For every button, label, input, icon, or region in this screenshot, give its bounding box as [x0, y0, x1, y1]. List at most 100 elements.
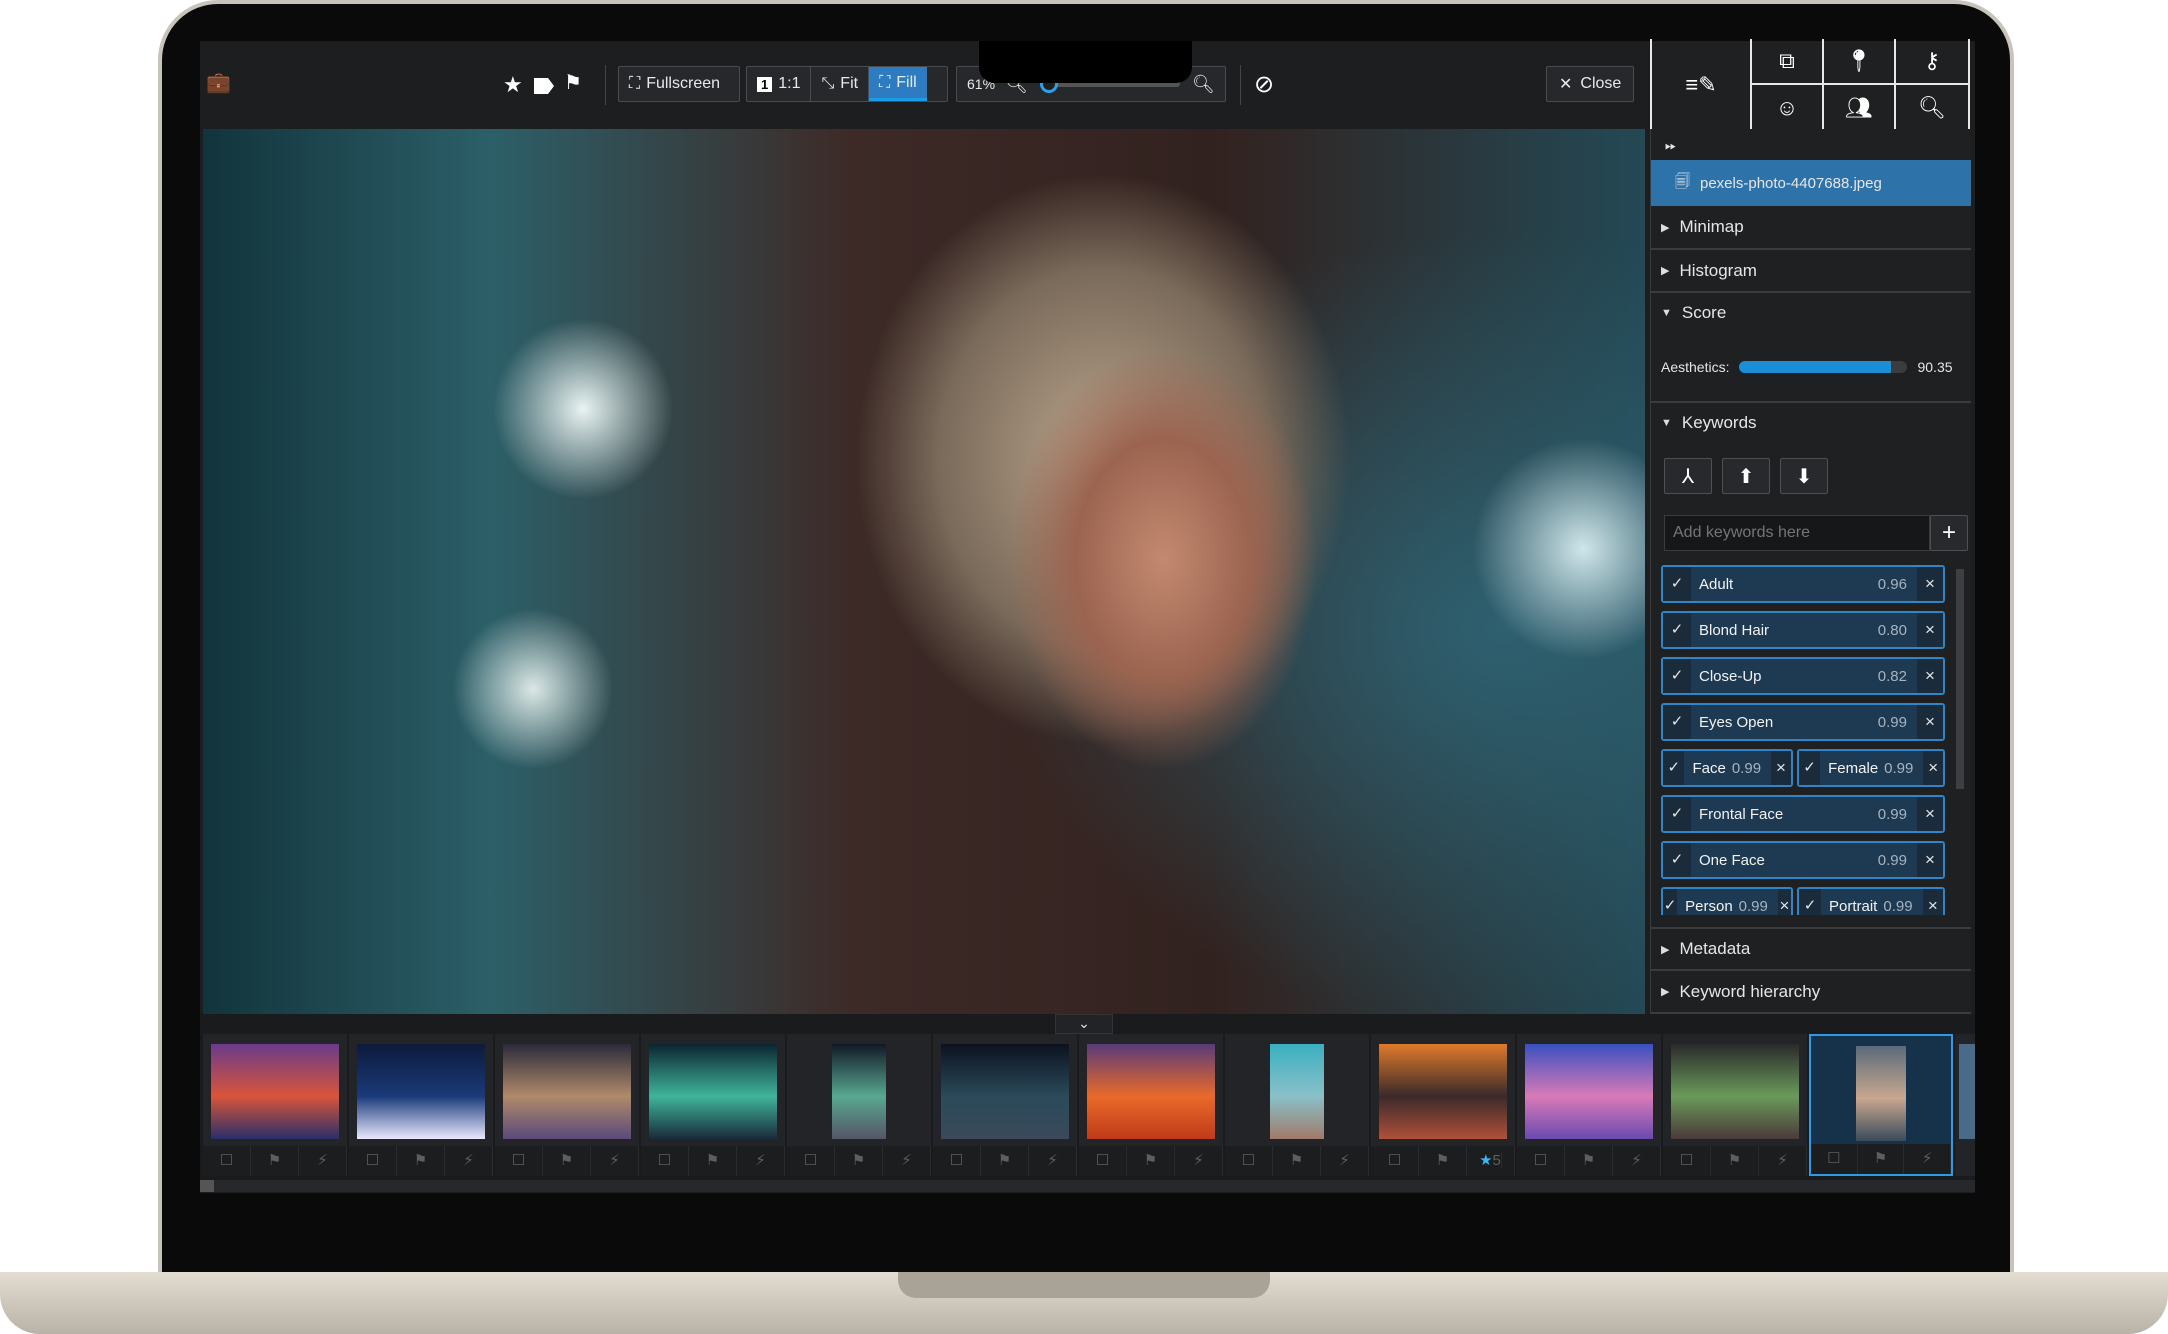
filmstrip-thumbnail[interactable]: ☐ ⚑ ⚡︎ — [787, 1034, 931, 1176]
keyword-chip[interactable]: ✓ Adult 0.96 × — [1661, 565, 1945, 603]
close-button[interactable]: ✕ Close — [1546, 66, 1634, 102]
section-keywords[interactable]: ▼ Keywords — [1651, 403, 1971, 443]
keyword-chip[interactable]: ✓ Person 0.99 × — [1661, 887, 1793, 915]
filmstrip-thumbnail[interactable]: ☐ ⚑ ⚡︎ — [1079, 1034, 1223, 1176]
face-icon[interactable]: ☺ — [1750, 83, 1824, 131]
select-checkbox-icon[interactable]: ☐ — [349, 1146, 397, 1176]
people-icon[interactable]: 👥︎ — [1822, 83, 1896, 131]
remove-keyword-icon[interactable]: × — [1917, 567, 1943, 601]
reject-icon[interactable]: ⚡︎ — [1029, 1146, 1077, 1176]
reject-icon[interactable]: ⚡︎ — [445, 1146, 493, 1176]
reject-icon[interactable]: ⚡︎ — [1175, 1146, 1223, 1176]
reject-icon[interactable]: ⚡︎ — [299, 1146, 347, 1176]
add-keyword-button[interactable]: + — [1930, 515, 1968, 551]
select-checkbox-icon[interactable]: ☐ — [1079, 1146, 1127, 1176]
remove-keyword-icon[interactable]: × — [1923, 751, 1943, 785]
filmstrip-thumbnail[interactable]: ☐ ⚑ ⚡︎ — [1517, 1034, 1661, 1176]
edit-metadata-icon[interactable]: ≡✎ — [1650, 39, 1752, 131]
filmstrip-scrollbar[interactable] — [200, 1180, 1975, 1192]
remove-keyword-icon[interactable]: × — [1771, 751, 1791, 785]
remove-keyword-icon[interactable]: × — [1917, 797, 1943, 831]
filmstrip-thumbnail[interactable]: ☐ ⚑ ⚡︎ — [495, 1034, 639, 1176]
reject-icon[interactable]: ⚡︎ — [591, 1146, 639, 1176]
reject-icon[interactable]: ⚡︎ — [1759, 1146, 1807, 1176]
check-icon[interactable]: ✓ — [1799, 889, 1821, 915]
flag-icon[interactable]: ⚑ — [543, 1146, 591, 1176]
flag-icon[interactable]: ⚑ — [1565, 1146, 1613, 1176]
merge-keywords-button[interactable]: ⅄ — [1664, 458, 1712, 494]
section-metadata[interactable]: ▶ Metadata — [1651, 929, 1971, 971]
flag-icon[interactable]: ⚑ — [1273, 1146, 1321, 1176]
filmstrip-thumbnail[interactable]: ☐ ⚑ ⚡︎ — [203, 1034, 347, 1176]
flag-icon[interactable]: ⚑ — [1858, 1144, 1905, 1174]
filmstrip-thumbnail[interactable]: ☐ ⚑ ★5 — [1371, 1034, 1515, 1176]
keyword-chip[interactable]: ✓ One Face 0.99 × — [1661, 841, 1945, 879]
check-icon[interactable]: ✓ — [1663, 889, 1678, 915]
remove-keyword-icon[interactable]: × — [1917, 843, 1943, 877]
rotate-icon[interactable]: ⊘ — [1254, 70, 1274, 99]
flag-icon[interactable]: ⚑ — [251, 1146, 299, 1176]
keyword-chip[interactable]: ✓ Face 0.99 × — [1661, 749, 1793, 787]
select-checkbox-icon[interactable]: ☐ — [1517, 1146, 1565, 1176]
star-icon[interactable]: ★ — [503, 72, 523, 98]
briefcase-icon[interactable]: 💼 — [206, 70, 231, 95]
select-checkbox-icon[interactable]: ☐ — [933, 1146, 981, 1176]
reject-icon[interactable]: ⚡︎ — [1613, 1146, 1661, 1176]
reject-icon[interactable]: ⚡︎ — [1321, 1146, 1369, 1176]
filmstrip-thumbnail[interactable]: ☐ ⚑ ⚡︎ — [349, 1034, 493, 1176]
filmstrip-thumbnail[interactable]: ☐ ⚑ ⚡︎ — [933, 1034, 1077, 1176]
section-score[interactable]: ▼ Score — [1651, 293, 1971, 333]
fullscreen-button[interactable]: ⛶ Fullscreen — [618, 66, 740, 102]
remove-keyword-icon[interactable]: × — [1917, 705, 1943, 739]
filmstrip-thumbnail-partial[interactable] — [1955, 1034, 1975, 1176]
remove-keyword-icon[interactable]: × — [1917, 659, 1943, 693]
section-keyword-hierarchy[interactable]: ▶ Keyword hierarchy — [1651, 971, 1971, 1014]
check-icon[interactable]: ✓ — [1663, 567, 1691, 601]
fill-button[interactable]: ⛶ Fill — [869, 67, 927, 101]
rating-star-icon[interactable]: ★5 — [1467, 1146, 1515, 1176]
collapse-filmstrip-chevron-icon[interactable]: ⌄ — [1055, 1014, 1113, 1034]
download-keywords-button[interactable]: ⬇ — [1780, 458, 1828, 494]
check-icon[interactable]: ✓ — [1663, 843, 1691, 877]
select-checkbox-icon[interactable]: ☐ — [203, 1146, 251, 1176]
flag-icon[interactable]: ⚑ — [1711, 1146, 1759, 1176]
select-checkbox-icon[interactable]: ☐ — [1811, 1144, 1858, 1174]
remove-keyword-icon[interactable]: × — [1917, 613, 1943, 647]
reject-icon[interactable]: ⚡︎ — [1904, 1144, 1952, 1174]
location-pin-icon[interactable]: 📍︎ — [1822, 39, 1896, 85]
check-icon[interactable]: ✓ — [1663, 705, 1691, 739]
keyword-chip[interactable]: ✓ Frontal Face 0.99 × — [1661, 795, 1945, 833]
file-name-row[interactable]: 🗐 pexels-photo-4407688.jpeg — [1651, 160, 1971, 206]
select-checkbox-icon[interactable]: ☐ — [641, 1146, 689, 1176]
keyword-chip[interactable]: ✓ Portrait 0.99 × — [1797, 887, 1945, 915]
search-icon[interactable]: 🔍︎ — [1894, 83, 1970, 131]
keyword-chip[interactable]: ✓ Eyes Open 0.99 × — [1661, 703, 1945, 741]
check-icon[interactable]: ✓ — [1663, 659, 1691, 693]
section-histogram[interactable]: ▶ Histogram — [1651, 250, 1971, 293]
add-keyword-input[interactable] — [1664, 515, 1930, 551]
upload-keywords-button[interactable]: ⬆ — [1722, 458, 1770, 494]
select-checkbox-icon[interactable]: ☐ — [1225, 1146, 1273, 1176]
keyword-chip[interactable]: ✓ Blond Hair 0.80 × — [1661, 611, 1945, 649]
flag-icon[interactable]: ⚑ — [689, 1146, 737, 1176]
one-to-one-button[interactable]: 1 1:1 — [747, 67, 812, 101]
select-checkbox-icon[interactable]: ☐ — [1371, 1146, 1419, 1176]
flag-icon[interactable]: ⚑ — [1127, 1146, 1175, 1176]
flag-icon[interactable]: ⚑ — [564, 70, 582, 95]
check-icon[interactable]: ✓ — [1663, 613, 1691, 647]
copy-icon[interactable]: ⧉ — [1750, 39, 1824, 85]
key-icon[interactable]: ⚷ — [1894, 39, 1970, 85]
flag-icon[interactable]: ⚑ — [397, 1146, 445, 1176]
flag-icon[interactable]: ⚑ — [981, 1146, 1029, 1176]
keyword-chip[interactable]: ✓ Close-Up 0.82 × — [1661, 657, 1945, 695]
remove-keyword-icon[interactable]: × — [1922, 889, 1943, 915]
main-photo-viewer[interactable] — [203, 129, 1645, 1014]
check-icon[interactable]: ✓ — [1663, 797, 1691, 831]
check-icon[interactable]: ✓ — [1663, 751, 1685, 785]
select-checkbox-icon[interactable]: ☐ — [1663, 1146, 1711, 1176]
filmstrip-thumbnail[interactable]: ☐ ⚑ ⚡︎ — [641, 1034, 785, 1176]
zoom-in-icon[interactable]: 🔍︎ — [1192, 74, 1215, 95]
reject-icon[interactable]: ⚡︎ — [737, 1146, 785, 1176]
fit-button[interactable]: ⤡ Fit — [811, 67, 870, 101]
flag-icon[interactable]: ⚑ — [1419, 1146, 1467, 1176]
